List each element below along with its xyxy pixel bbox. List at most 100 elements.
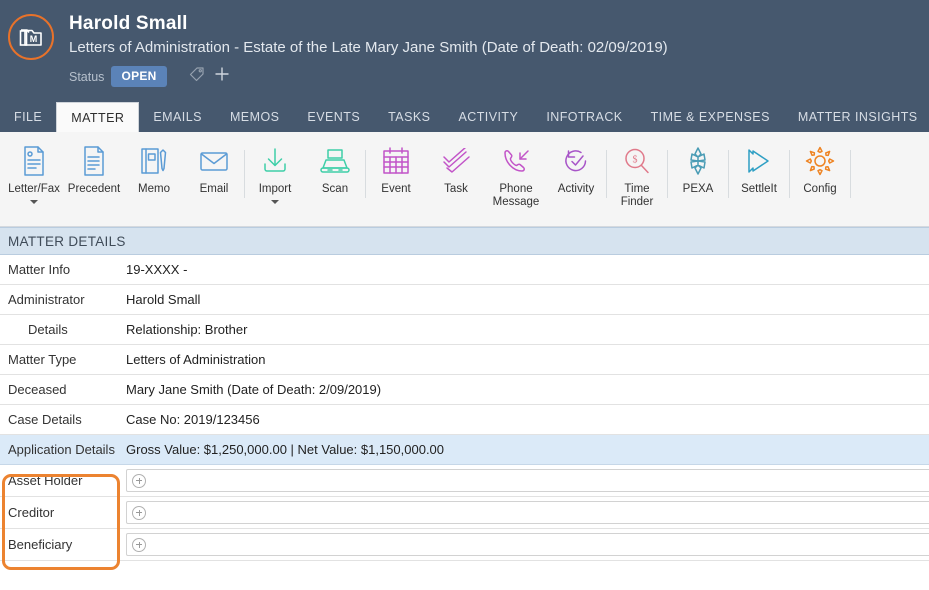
- matter-subtitle: Letters of Administration - Estate of th…: [69, 39, 668, 56]
- matter-details-list: Matter Info 19-XXXX - Administrator Harold …: [0, 255, 929, 465]
- tab-matter[interactable]: MATTER: [56, 102, 140, 132]
- task-checks-icon: [441, 143, 471, 179]
- detail-row-label: Matter Info: [8, 262, 71, 277]
- detail-row-value: Relationship: Brother: [126, 322, 248, 337]
- detail-row-label: Case Details: [8, 412, 82, 427]
- ribbon-button-label: Time Finder: [620, 183, 654, 208]
- detail-row-value: Harold Small: [126, 292, 201, 307]
- detail-row-label: Details: [28, 322, 68, 337]
- activity-refresh-icon: [562, 143, 590, 179]
- ribbon-button-memo[interactable]: Memo: [124, 138, 184, 196]
- ribbon-button-settleit[interactable]: SettleIt: [729, 138, 789, 196]
- matter-details-section-header: MATTER DETAILS: [0, 227, 929, 255]
- ribbon-button-label: Activity: [557, 183, 595, 195]
- tab-tasks[interactable]: TASKS: [374, 101, 444, 132]
- status-badge[interactable]: OPEN: [111, 66, 167, 87]
- ribbon-button-label: Phone Message: [492, 183, 540, 208]
- detail-row[interactable]: Details Relationship: Brother: [0, 315, 929, 345]
- matter-folder-icon: M: [8, 14, 54, 60]
- add-tag-icon[interactable]: [214, 66, 230, 87]
- detail-row[interactable]: Matter Type Letters of Administration: [0, 345, 929, 375]
- detail-row[interactable]: Matter Info 19-XXXX -: [0, 255, 929, 285]
- detail-row-label: Administrator: [8, 292, 85, 307]
- ribbon-button-label: Precedent: [67, 183, 121, 195]
- plus-circle-icon[interactable]: [132, 473, 146, 488]
- party-field-row: Asset Holder: [0, 465, 929, 497]
- ribbon-toolbar: Letter/Fax Precedent Memo Email Import Scan Ev…: [0, 132, 929, 227]
- party-field-input[interactable]: [126, 501, 929, 524]
- ribbon-button-email[interactable]: Email: [184, 138, 244, 196]
- ribbon-button-event[interactable]: Event: [366, 138, 426, 196]
- svg-text:$: $: [633, 155, 638, 166]
- ribbon-button-time-finder[interactable]: $ Time Finder: [607, 138, 667, 209]
- tab-label: INFOTRACK: [546, 109, 623, 124]
- ribbon-button-phone-message[interactable]: Phone Message: [486, 138, 546, 209]
- detail-row[interactable]: Administrator Harold Small: [0, 285, 929, 315]
- tab-emails[interactable]: EMAILS: [139, 101, 216, 132]
- email-envelope-icon: [198, 143, 230, 179]
- party-field-input[interactable]: [126, 533, 929, 556]
- ribbon-button-activity[interactable]: Activity: [546, 138, 606, 196]
- ribbon-button-label: Event: [381, 183, 411, 195]
- plus-circle-icon[interactable]: [132, 537, 146, 552]
- matter-header: M Harold Small Letters of Administration…: [0, 0, 929, 101]
- chevron-down-icon[interactable]: [30, 200, 38, 204]
- tab-label: ACTIVITY: [458, 109, 519, 124]
- tab-infotrack[interactable]: INFOTRACK: [532, 101, 636, 132]
- scanner-icon: [319, 143, 351, 179]
- ribbon-button-label: PEXA: [682, 183, 714, 195]
- detail-row[interactable]: Case Details Case No: 2019/123456: [0, 405, 929, 435]
- detail-row-value: Gross Value: $1,250,000.00 | Net Value: …: [126, 442, 445, 457]
- tag-icon[interactable]: [189, 66, 206, 87]
- status-label: Status: [69, 69, 105, 84]
- time-finder-icon: $: [623, 143, 651, 179]
- ribbon-button-label: Letter/Fax: [8, 183, 60, 195]
- tab-label: EMAILS: [153, 109, 202, 124]
- detail-row[interactable]: Application Details Gross Value: $1,250,0…: [0, 435, 929, 465]
- settleit-arrow-icon: [744, 143, 774, 179]
- tab-matter-insights[interactable]: MATTER INSIGHTS: [784, 101, 929, 132]
- ribbon-button-label: Scan: [321, 183, 349, 195]
- ribbon-button-label: SettleIt: [741, 183, 777, 195]
- page-title: Harold Small: [69, 13, 188, 34]
- ribbon-button-label: Email: [199, 183, 229, 195]
- tab-events[interactable]: EVENTS: [293, 101, 374, 132]
- ribbon-button-label: Import: [258, 183, 292, 195]
- memo-notebook-icon: [139, 143, 169, 179]
- tab-memos[interactable]: MEMOS: [216, 101, 293, 132]
- ribbon-button-label: Memo: [138, 183, 170, 195]
- detail-row[interactable]: Deceased Mary Jane Smith (Date of Death: …: [0, 375, 929, 405]
- ribbon-button-pexa[interactable]: PEXA: [668, 138, 728, 196]
- ribbon-button-precedent[interactable]: Precedent: [64, 138, 124, 196]
- tab-activity[interactable]: ACTIVITY: [444, 101, 532, 132]
- ribbon-button-task[interactable]: Task: [426, 138, 486, 196]
- panel-background: [0, 561, 929, 590]
- ribbon-button-import[interactable]: Import: [245, 138, 305, 204]
- tab-file[interactable]: FILE: [0, 101, 56, 132]
- party-field-list: Asset Holder Creditor Beneficiary: [0, 465, 929, 561]
- tab-time-expenses[interactable]: TIME & EXPENSES: [637, 101, 784, 132]
- ribbon-button-scan[interactable]: Scan: [305, 138, 365, 196]
- ribbon-button-label: Config: [803, 183, 837, 195]
- pexa-star-icon: [684, 143, 712, 179]
- tab-label: FILE: [14, 109, 43, 124]
- detail-row-label: Deceased: [8, 382, 67, 397]
- party-field-input[interactable]: [126, 469, 929, 492]
- detail-row-value: Letters of Administration: [126, 352, 266, 367]
- chevron-down-icon[interactable]: [271, 200, 279, 204]
- ribbon-button-label: Task: [444, 183, 468, 195]
- party-field-row: Creditor: [0, 497, 929, 529]
- tab-label: EVENTS: [307, 109, 361, 124]
- party-field-label: Creditor: [8, 505, 55, 520]
- tab-label: TIME & EXPENSES: [650, 109, 770, 124]
- detail-row-value: Mary Jane Smith (Date of Death: 2/09/201…: [126, 382, 382, 397]
- ribbon-button-config[interactable]: Config: [790, 138, 850, 196]
- precedent-document-icon: [80, 143, 108, 179]
- plus-circle-icon[interactable]: [132, 505, 146, 520]
- import-download-icon: [260, 143, 290, 179]
- main-tab-bar: FILE MATTER EMAILS MEMOS EVENTS TASKS ACTIVITY…: [0, 101, 929, 132]
- tab-label: MATTER INSIGHTS: [797, 109, 918, 124]
- phone-message-icon: [501, 143, 531, 179]
- ribbon-button-letter-fax[interactable]: Letter/Fax: [4, 138, 64, 204]
- svg-text:M: M: [30, 34, 38, 44]
